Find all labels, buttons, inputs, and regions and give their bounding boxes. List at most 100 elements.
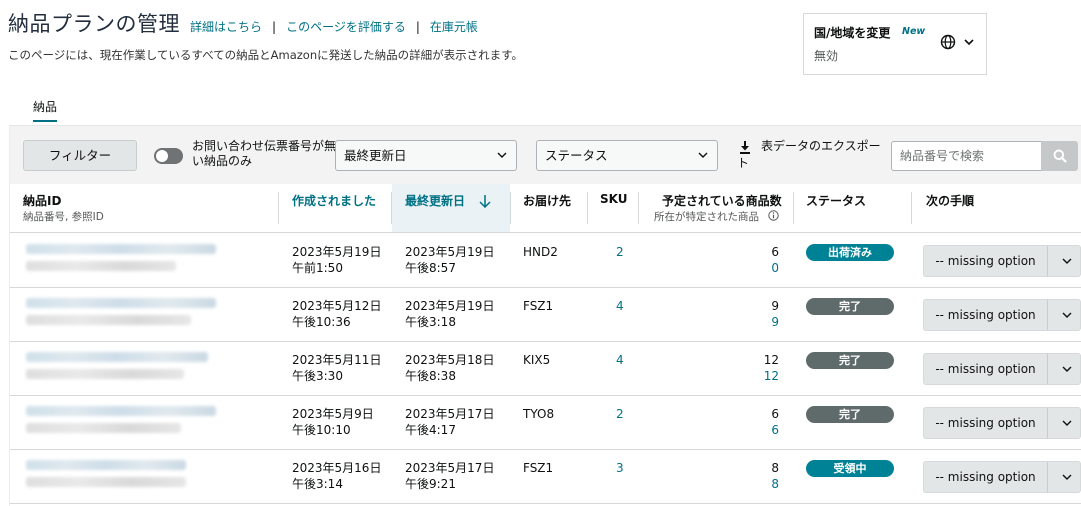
updated-date: 2023年5月19日 bbox=[405, 245, 495, 259]
col-status[interactable]: ステータス bbox=[806, 192, 866, 209]
redacted-shipment-id bbox=[26, 244, 216, 254]
next-step-dropdown[interactable]: -- missing option bbox=[923, 353, 1081, 385]
created-time: 午前1:50 bbox=[292, 261, 343, 275]
updated-time: 午後3:18 bbox=[405, 315, 456, 329]
created-time: 午後10:10 bbox=[292, 423, 351, 437]
updated-time: 午後8:57 bbox=[405, 261, 456, 275]
redacted-shipment-id bbox=[26, 352, 208, 362]
status-badge: 完了 bbox=[806, 298, 894, 315]
new-badge: New bbox=[902, 26, 926, 37]
destination: TYO8 bbox=[523, 407, 555, 421]
next-step-label: -- missing option bbox=[924, 300, 1048, 330]
chevron-down-icon bbox=[1062, 312, 1072, 318]
created-date: 2023年5月12日 bbox=[292, 299, 382, 313]
filter-button[interactable]: フィルター bbox=[23, 140, 137, 171]
col-located-units: 所在が特定された商品 bbox=[654, 211, 759, 223]
sort-select[interactable]: 最終更新日 bbox=[335, 140, 517, 171]
status-badge: 完了 bbox=[806, 352, 894, 369]
updated-time: 午後4:17 bbox=[405, 423, 456, 437]
col-last-updated[interactable]: 最終更新日 bbox=[405, 192, 465, 209]
table-row: 2023年5月12日 午後10:36 2023年5月19日 午後3:18 FSZ… bbox=[10, 288, 1081, 342]
redacted-reference-id bbox=[26, 315, 191, 325]
status-badge: 受領中 bbox=[806, 460, 894, 477]
created-date: 2023年5月19日 bbox=[292, 245, 382, 259]
chevron-down-icon bbox=[1062, 366, 1072, 372]
located-units-link[interactable]: 6 bbox=[719, 422, 779, 438]
sku-count-link[interactable]: 2 bbox=[616, 244, 624, 260]
located-units-link[interactable]: 12 bbox=[719, 368, 779, 384]
next-step-dropdown[interactable]: -- missing option bbox=[923, 299, 1081, 331]
col-destination[interactable]: お届け先 bbox=[523, 192, 571, 209]
sku-count-link[interactable]: 4 bbox=[616, 352, 624, 368]
status-select[interactable]: ステータス bbox=[536, 140, 718, 171]
col-shipment-id-sub: 納品番号, 参照ID bbox=[23, 211, 104, 223]
destination: KIX5 bbox=[523, 353, 551, 367]
search-input[interactable] bbox=[891, 141, 1042, 171]
redacted-reference-id bbox=[26, 369, 184, 379]
info-icon[interactable] bbox=[768, 210, 779, 221]
expected-units: 12 bbox=[763, 353, 779, 367]
link-separator: | bbox=[415, 20, 420, 34]
next-step-label: -- missing option bbox=[924, 462, 1048, 492]
table-header: 納品ID 納品番号, 参照ID 作成されました 最終更新日 お届け先 SKU 予… bbox=[10, 184, 1081, 233]
chevron-down-icon bbox=[1062, 258, 1072, 264]
table-row: 2023年5月11日 午後3:30 2023年5月18日 午後8:38 KIX5… bbox=[10, 342, 1081, 396]
sort-down-arrow-icon bbox=[479, 195, 491, 208]
chevron-down-icon bbox=[1062, 474, 1072, 480]
column-divider bbox=[911, 192, 912, 224]
updated-date: 2023年5月19日 bbox=[405, 299, 495, 313]
updated-time: 午後8:38 bbox=[405, 369, 456, 383]
toggle-label: お問い合わせ伝票番号が無い納品のみ bbox=[192, 139, 337, 168]
next-step-label: -- missing option bbox=[924, 408, 1048, 438]
status-badge: 完了 bbox=[806, 406, 894, 423]
redacted-reference-id bbox=[26, 477, 186, 487]
created-date: 2023年5月16日 bbox=[292, 461, 382, 475]
sku-count-link[interactable]: 4 bbox=[616, 298, 624, 314]
expected-units: 6 bbox=[771, 407, 779, 421]
region-label: 国/地域を変更 bbox=[814, 26, 891, 40]
expected-units: 8 bbox=[771, 461, 779, 475]
tracking-toggle[interactable] bbox=[154, 148, 183, 164]
updated-time: 午後9:21 bbox=[405, 477, 456, 491]
next-step-label: -- missing option bbox=[924, 246, 1048, 276]
column-divider bbox=[278, 192, 279, 224]
redacted-shipment-id bbox=[26, 406, 216, 416]
chevron-down-icon bbox=[497, 152, 507, 158]
updated-date: 2023年5月17日 bbox=[405, 407, 495, 421]
sku-count-link[interactable]: 3 bbox=[616, 460, 624, 476]
located-units-link[interactable]: 8 bbox=[719, 476, 779, 492]
redacted-reference-id bbox=[26, 261, 176, 271]
chevron-down-icon bbox=[1062, 420, 1072, 426]
col-created[interactable]: 作成されました bbox=[292, 192, 376, 209]
redacted-shipment-id bbox=[26, 298, 216, 308]
sort-select-value: 最終更新日 bbox=[344, 148, 407, 163]
located-units-link[interactable]: 9 bbox=[719, 314, 779, 330]
chevron-down-icon bbox=[698, 152, 708, 158]
next-step-dropdown[interactable]: -- missing option bbox=[923, 461, 1081, 493]
sku-count-link[interactable]: 2 bbox=[616, 406, 624, 422]
link-separator: | bbox=[272, 20, 277, 34]
col-sku[interactable]: SKU bbox=[600, 192, 627, 206]
located-units-link[interactable]: 0 bbox=[719, 260, 779, 276]
page-subtitle: このページには、現在作業しているすべての納品とAmazonに発送した納品の詳細が… bbox=[8, 48, 523, 62]
table-row: 2023年5月16日 午後3:14 2023年5月17日 午後9:21 FSZ1… bbox=[10, 450, 1081, 504]
destination: FSZ1 bbox=[523, 461, 554, 475]
page-title: 納品プランの管理 bbox=[8, 12, 180, 36]
inventory-ledger-link[interactable]: 在庫元帳 bbox=[430, 18, 478, 35]
expected-units: 6 bbox=[771, 245, 779, 259]
globe-icon bbox=[940, 34, 956, 50]
export-button[interactable]: 表データのエクスポート bbox=[737, 138, 883, 172]
next-step-dropdown[interactable]: -- missing option bbox=[923, 407, 1081, 439]
next-step-dropdown[interactable]: -- missing option bbox=[923, 245, 1081, 277]
col-expected-units[interactable]: 予定されている商品数 bbox=[662, 192, 782, 209]
shipments-panel: フィルター お問い合わせ伝票番号が無い納品のみ 最終更新日 ステータス 表データ… bbox=[9, 125, 1081, 506]
details-link[interactable]: 詳細はこちら bbox=[190, 18, 262, 35]
region-selector[interactable]: 国/地域を変更 New 無効 bbox=[803, 13, 987, 75]
search-button[interactable] bbox=[1041, 141, 1078, 171]
toggle-knob bbox=[156, 150, 168, 162]
column-divider bbox=[510, 192, 511, 224]
rate-page-link[interactable]: このページを評価する bbox=[286, 18, 406, 35]
tab-shipments[interactable]: 納品 bbox=[33, 98, 58, 122]
col-shipment-id[interactable]: 納品ID bbox=[23, 192, 61, 209]
table-row: 2023年5月19日 午前1:50 2023年5月19日 午後8:57 HND2… bbox=[10, 234, 1081, 288]
